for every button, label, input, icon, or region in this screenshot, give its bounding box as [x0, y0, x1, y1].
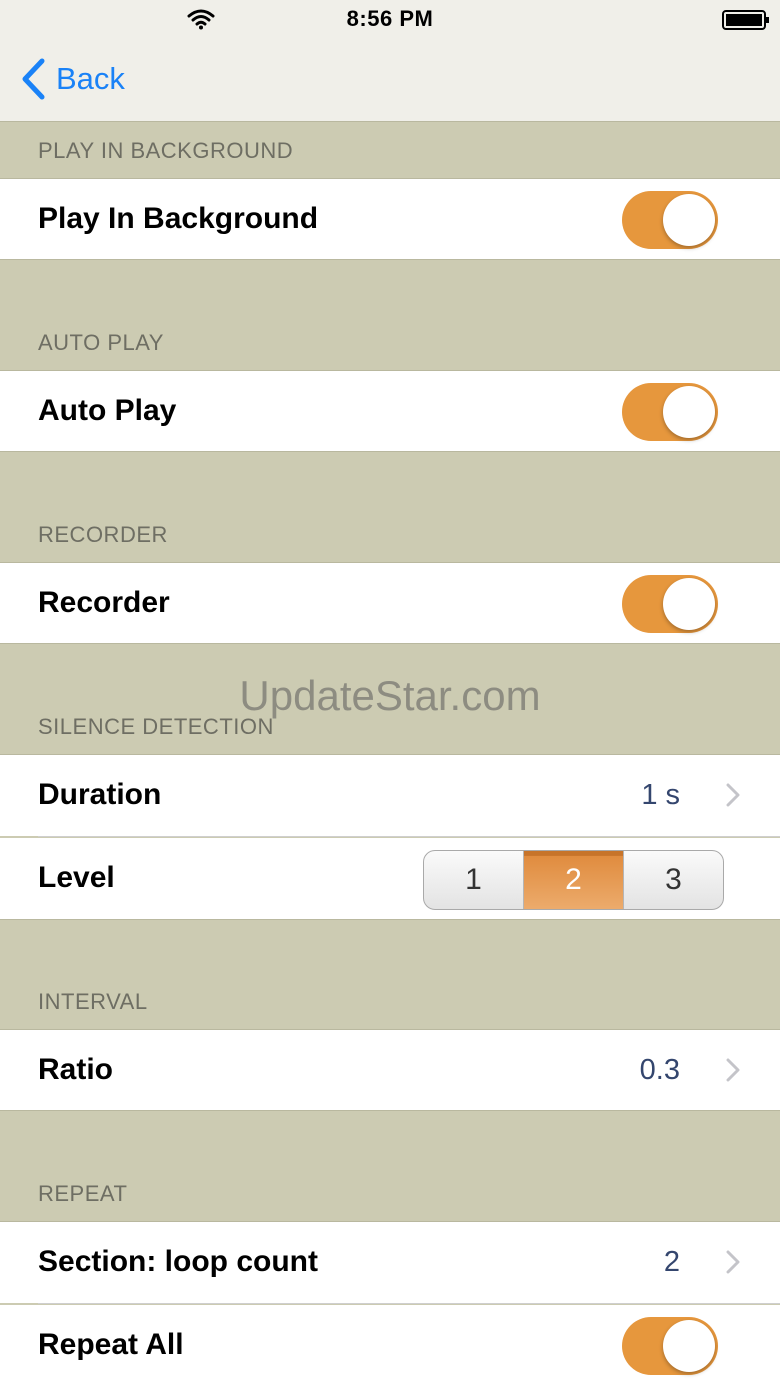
toggle-knob [663, 194, 715, 246]
toggle-knob [663, 386, 715, 438]
row-label: Repeat All [38, 1328, 184, 1361]
row-separator [38, 836, 780, 837]
section-header-repeat: REPEAT [38, 1181, 128, 1206]
chevron-right-icon [726, 783, 740, 807]
toggle-knob [663, 578, 715, 630]
back-label: Back [56, 61, 125, 96]
row-label: Auto Play [38, 394, 177, 427]
nav-bar: Back [0, 40, 780, 122]
section-header-auto-play: AUTO PLAY [38, 330, 164, 355]
row-recorder: Recorder [0, 562, 780, 644]
level-segment-3[interactable]: 3 [623, 851, 723, 909]
play-in-background-toggle[interactable] [622, 191, 718, 249]
repeat-all-toggle[interactable] [622, 1317, 718, 1375]
loop-count-value: 2 [663, 1246, 680, 1278]
row-label: Ratio [38, 1053, 113, 1086]
row-play-in-background: Play In Background [0, 178, 780, 260]
level-segment-2[interactable]: 2 [523, 851, 623, 909]
chevron-right-icon [726, 1250, 740, 1274]
chevron-left-icon [22, 58, 45, 100]
row-level: Level 1 2 3 [0, 838, 780, 920]
ratio-value: 0.3 [639, 1054, 680, 1086]
chevron-right-icon [726, 1058, 740, 1082]
duration-value: 1 s [641, 779, 680, 811]
status-time: 8:56 PM [346, 6, 434, 31]
recorder-toggle[interactable] [622, 575, 718, 633]
level-segmented-control: 1 2 3 [423, 850, 724, 910]
section-header-recorder: RECORDER [38, 522, 168, 547]
row-label: Duration [38, 778, 162, 811]
row-duration[interactable]: Duration 1 s [0, 754, 780, 837]
level-segment-1[interactable]: 1 [424, 851, 523, 909]
row-ratio[interactable]: Ratio 0.3 [0, 1029, 780, 1111]
auto-play-toggle[interactable] [622, 383, 718, 441]
back-button[interactable]: Back [20, 56, 125, 102]
row-separator [38, 1303, 780, 1304]
toggle-knob [663, 1320, 715, 1372]
row-label: Level [38, 861, 115, 894]
section-header-play-in-background: PLAY IN BACKGROUND [38, 138, 294, 163]
battery-icon [722, 10, 769, 30]
watermark: UpdateStar.com [239, 672, 541, 719]
row-label: Section: loop count [38, 1245, 318, 1278]
row-loop-count[interactable]: Section: loop count 2 [0, 1221, 780, 1304]
section-header-interval: INTERVAL [38, 989, 148, 1014]
row-label: Play In Background [38, 202, 319, 235]
row-repeat-all: Repeat All [0, 1305, 780, 1387]
status-bar: 8:56 PM [0, 0, 780, 40]
row-auto-play: Auto Play [0, 370, 780, 452]
row-label: Recorder [38, 586, 170, 619]
section-header-silence-detection: SILENCE DETECTION [38, 714, 274, 739]
